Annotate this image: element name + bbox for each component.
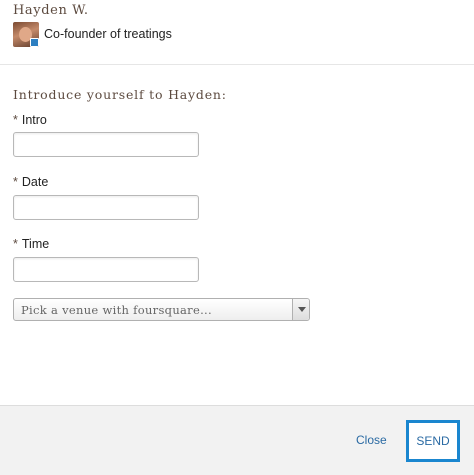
close-link[interactable]: Close [356,433,387,447]
linkedin-badge-icon [30,38,39,47]
date-input[interactable] [13,195,199,220]
introduction-dialog: Hayden W. Co-founder of treatings Introd… [0,0,474,475]
venue-select[interactable]: Pick a venue with foursquare... [13,298,310,321]
send-button[interactable]: SEND [406,420,460,462]
intro-label-text: Intro [21,113,47,127]
venue-select-value: Pick a venue with foursquare... [21,303,212,317]
time-input[interactable] [13,257,199,282]
required-marker: * [13,237,18,251]
intro-label: * Intro [13,113,47,127]
intro-input[interactable] [13,132,199,157]
avatar [13,22,39,47]
date-label-text: Date [21,175,49,189]
person-name: Hayden W. [13,3,89,18]
required-marker: * [13,175,18,189]
required-marker: * [13,113,18,127]
form-heading: Introduce yourself to Hayden: [13,87,227,102]
date-label: * Date [13,175,48,189]
dialog-footer: Close SEND [0,405,474,475]
profile-header: Hayden W. Co-founder of treatings [0,0,474,65]
venue-select-toggle[interactable] [292,299,309,320]
time-label: * Time [13,237,49,251]
time-label-text: Time [21,237,50,251]
person-title: Co-founder of treatings [44,27,172,41]
chevron-down-icon [298,307,306,312]
